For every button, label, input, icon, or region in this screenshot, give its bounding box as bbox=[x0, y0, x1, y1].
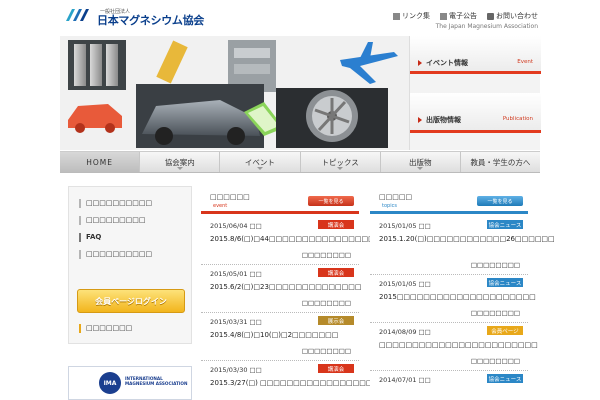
side-item-event[interactable]: イベント情報 Event bbox=[410, 36, 541, 74]
mail-icon bbox=[487, 12, 494, 20]
hero-collage-image bbox=[60, 36, 409, 150]
topics-entry[interactable]: 2014/07/01 □□ 協会ニュース bbox=[370, 371, 528, 400]
list-icon bbox=[393, 12, 400, 20]
chevron-down-icon bbox=[417, 167, 424, 170]
metal-cylinders-photo bbox=[68, 40, 126, 90]
contact-link[interactable]: お問い合わせ bbox=[487, 11, 538, 21]
english-org-name: The Japan Magnesium Association bbox=[435, 23, 538, 30]
hero-side-menu: イベント情報 Event 出版物情報 Publication bbox=[409, 36, 541, 150]
main-nav: HOME 協会案内 イベント トピックス 出版物 教員・学生の方へ bbox=[60, 151, 540, 173]
member-login-button[interactable]: 会員ページログイン bbox=[77, 289, 185, 313]
member-page-item[interactable]: □□□□□□□ bbox=[79, 324, 132, 333]
side-item-publication[interactable]: 出版物情報 Publication bbox=[410, 93, 541, 133]
org-name-logo[interactable]: 日本マグネシウム協会 bbox=[97, 12, 204, 28]
nav-about[interactable]: 協会案内 bbox=[140, 152, 221, 172]
nav-publication[interactable]: 出版物 bbox=[381, 152, 461, 172]
topics-entry[interactable]: 2015/01/05 □□ 協会ニュース 2015□□□□□□□□□□□□□□□… bbox=[370, 275, 536, 323]
tag-badge: 協会ニュース bbox=[487, 220, 523, 229]
left-sidebar: □□□□□□□□□□ □□□□□□□□□ FAQ □□□□□□□□□□ 会員ペー… bbox=[68, 186, 192, 344]
event-entry[interactable]: 2015/03/30 □□ 講演会 2015.3/27(□) □□□□□□□□□… bbox=[201, 361, 379, 400]
event-list-button[interactable]: 一覧を見る bbox=[308, 196, 354, 206]
document-icon bbox=[440, 12, 447, 20]
sidebar-item-2[interactable]: □□□□□□□□□ bbox=[79, 216, 146, 225]
chevron-down-icon bbox=[176, 167, 183, 170]
tag-badge: 協会ニュース bbox=[487, 374, 523, 383]
event-column-header: □□□□□□ event 一覧を見る bbox=[201, 186, 359, 214]
ima-banner[interactable]: IMA INTERNATIONAL MAGNESIUM ASSOCIATION bbox=[68, 366, 192, 400]
link-list-link[interactable]: リンク集 bbox=[393, 11, 430, 21]
tag-badge: 展示会 bbox=[318, 316, 354, 325]
event-column: □□□□□□ event 一覧を見る 2015/06/04 □□ 講演会 201… bbox=[201, 186, 388, 400]
sidebar-item-1[interactable]: □□□□□□□□□□ bbox=[79, 199, 152, 208]
tag-badge: 講演会 bbox=[318, 220, 354, 229]
tag-badge: 講演会 bbox=[318, 268, 354, 277]
nav-event[interactable]: イベント bbox=[220, 152, 301, 172]
wheel-photo bbox=[276, 88, 388, 148]
top-links: リンク集 電子公告 お問い合わせ bbox=[393, 11, 538, 21]
topics-column: □□□□□ topics 一覧を見る 2015/01/05 □□ 協会ニュース … bbox=[370, 186, 555, 400]
tag-badge: 協会ニュース bbox=[487, 278, 523, 287]
tag-badge: 講演会 bbox=[318, 364, 354, 373]
chevron-down-icon bbox=[256, 167, 263, 170]
sidebar-item-4[interactable]: □□□□□□□□□□ bbox=[79, 250, 152, 259]
topics-list-button[interactable]: 一覧を見る bbox=[477, 196, 523, 206]
chevron-down-icon bbox=[337, 167, 344, 170]
topics-entry[interactable]: 2014/08/09 □□ 会員ページ □□□□□□□□□□□□□□□□□□□□… bbox=[370, 323, 538, 371]
arrow-right-icon bbox=[418, 60, 422, 66]
nav-teachers-students[interactable]: 教員・学生の方へ bbox=[461, 152, 540, 172]
topics-column-header: □□□□□ topics 一覧を見る bbox=[370, 186, 528, 214]
arrow-right-icon bbox=[418, 117, 422, 123]
logo-mark-icon[interactable] bbox=[64, 7, 90, 23]
tag-badge: 会員ページ bbox=[487, 326, 523, 335]
event-entry[interactable]: 2015/06/04 □□ 講演会 2015.8/6(□)□44□□□□□□□□… bbox=[201, 217, 388, 265]
nav-topics[interactable]: トピックス bbox=[301, 152, 381, 172]
event-entry[interactable]: 2015/05/01 □□ 講演会 2015.6/2(□)□23□□□□□□□□… bbox=[201, 265, 362, 313]
nav-home[interactable]: HOME bbox=[60, 152, 141, 172]
ima-logo-icon: IMA bbox=[99, 372, 121, 394]
ima-banner-text: INTERNATIONAL MAGNESIUM ASSOCIATION bbox=[125, 376, 188, 386]
e-notice-link[interactable]: 電子公告 bbox=[440, 11, 477, 21]
site-header: 一般社団法人 日本マグネシウム協会 リンク集 電子公告 お問い合わせ The J… bbox=[0, 0, 600, 36]
car-photo bbox=[136, 84, 264, 148]
topics-entry[interactable]: 2015/01/05 □□ 協会ニュース 2015.1.20(□)□□□□□□□… bbox=[370, 217, 555, 275]
event-entry[interactable]: 2015/03/31 □□ 展示会 2015.4/8(□)□10(□)□2□□□… bbox=[201, 313, 359, 361]
sidebar-item-faq[interactable]: FAQ bbox=[79, 233, 101, 242]
